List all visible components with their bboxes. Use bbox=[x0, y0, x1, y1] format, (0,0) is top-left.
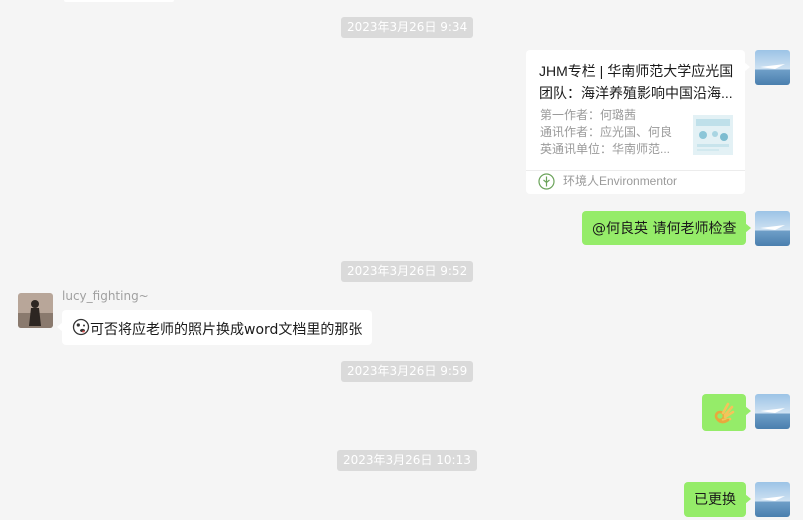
timestamp: 2023年3月26日 10:13 bbox=[337, 450, 477, 471]
message-text: 可否将应老师的照片换成word文档里的那张 bbox=[90, 322, 363, 338]
message-bubble-replaced[interactable]: 已更换 bbox=[684, 482, 751, 517]
timestamp: 2023年3月26日 9:52 bbox=[341, 261, 474, 282]
link-card-title: JHM专栏 | 华南师范大学应光国 团队：海洋养殖影响中国沿海... bbox=[539, 63, 734, 101]
contact-avatar[interactable] bbox=[18, 293, 53, 328]
link-card-divider bbox=[526, 170, 745, 171]
previous-message-edge bbox=[64, 0, 174, 2]
link-card-source: 环境人Environmentor bbox=[563, 174, 678, 188]
message-bubble-incoming[interactable]: 可否将应老师的照片换成word文档里的那张 bbox=[56, 310, 373, 345]
source-logo-icon bbox=[538, 173, 555, 190]
timestamp: 2023年3月26日 9:59 bbox=[341, 361, 474, 382]
sender-name: lucy_fighting~ bbox=[62, 289, 149, 303]
my-avatar[interactable] bbox=[755, 394, 790, 429]
grimace-emoji-icon bbox=[72, 318, 90, 342]
my-avatar[interactable] bbox=[755, 211, 790, 246]
link-card-thumbnail bbox=[693, 115, 733, 155]
ok-hand-emoji-icon bbox=[712, 402, 736, 429]
message-bubble-emoji[interactable] bbox=[702, 394, 751, 431]
my-avatar[interactable] bbox=[755, 50, 790, 85]
message-bubble-mention[interactable]: @何良英 请何老师检查 bbox=[582, 211, 752, 245]
link-card-description: 第一作者：何璐茜 通讯作者：应光国、何良 英通讯单位：华南师范... bbox=[540, 108, 673, 156]
timestamp: 2023年3月26日 9:34 bbox=[341, 17, 474, 38]
my-avatar[interactable] bbox=[755, 482, 790, 517]
link-card-message[interactable]: JHM专栏 | 华南师范大学应光国 团队：海洋养殖影响中国沿海... 第一作者：… bbox=[526, 50, 750, 194]
